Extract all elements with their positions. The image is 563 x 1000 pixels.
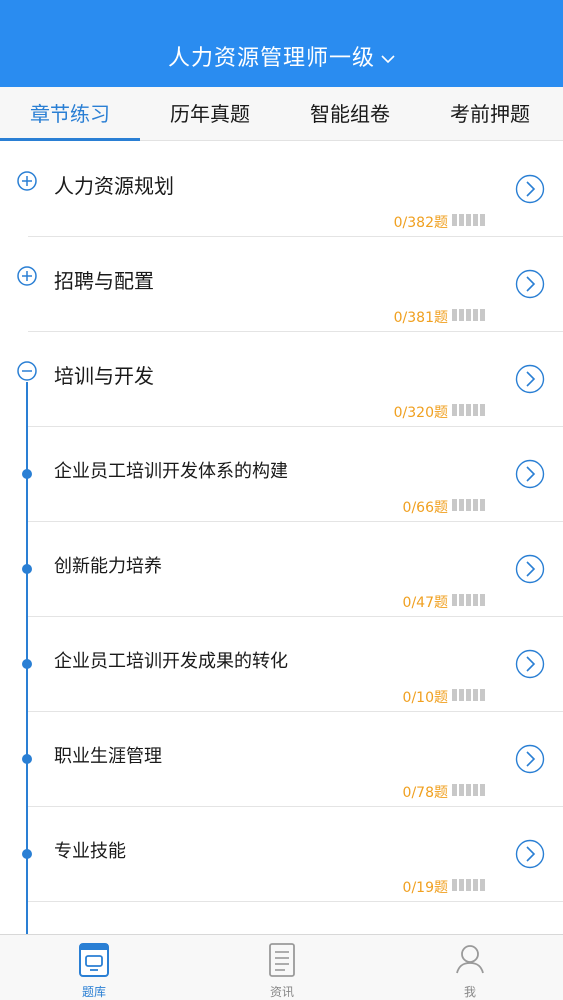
chapter-title: 人力资源规划 <box>54 174 174 198</box>
timeline-dot <box>22 849 32 859</box>
exam-selector[interactable]: 人力资源管理师一级 <box>0 40 563 72</box>
section-title: 企业员工培训开发成果的转化 <box>54 651 288 672</box>
progress-bars <box>452 784 488 796</box>
timeline-dot <box>22 469 32 479</box>
nav-label: 资讯 <box>269 985 294 999</box>
section-row[interactable]: 创新能力培养 0/47题 <box>0 522 563 617</box>
section-title: 职业生涯管理 <box>54 746 162 767</box>
section-title: 创新能力培养 <box>54 556 162 577</box>
section-row[interactable]: 企业员工培训开发体系的构建 0/66题 <box>0 427 563 522</box>
chevron-right-circle-icon[interactable] <box>515 269 545 299</box>
row-divider <box>28 901 563 902</box>
tab-bar: 章节练习 历年真题 智能组卷 考前押题 <box>0 87 563 141</box>
chapter-title: 招聘与配置 <box>54 269 154 293</box>
chevron-right-circle-icon[interactable] <box>515 459 545 489</box>
progress-bars <box>452 404 488 416</box>
chapter-row[interactable]: 招聘与配置 0/381题 <box>0 237 563 332</box>
chevron-right-circle-icon[interactable] <box>515 174 545 204</box>
tab-smart-paper[interactable]: 智能组卷 <box>280 87 420 141</box>
chevron-right-circle-icon[interactable] <box>515 554 545 584</box>
document-icon <box>269 943 295 977</box>
question-count: 0/10题 <box>402 690 448 706</box>
section-row[interactable]: 企业员工培训开发成果的转化 0/10题 <box>0 617 563 712</box>
question-count: 0/320题 <box>393 405 448 421</box>
tab-pre-exam[interactable]: 考前押题 <box>420 87 560 141</box>
progress-bars <box>452 689 488 701</box>
question-count: 0/382题 <box>393 215 448 231</box>
question-count: 0/381题 <box>393 310 448 326</box>
progress-bars <box>452 594 488 606</box>
chevron-right-circle-icon[interactable] <box>515 744 545 774</box>
chapter-row[interactable]: 人力资源规划 0/382题 <box>0 142 563 237</box>
exam-title: 人力资源管理师一级 <box>167 46 375 71</box>
nav-label: 题库 <box>81 985 106 999</box>
section-row[interactable]: 专业技能 0/19题 <box>0 807 563 902</box>
nav-me[interactable]: 我 <box>376 935 563 1000</box>
section-title: 企业员工培训开发体系的构建 <box>54 461 288 482</box>
progress-bars <box>452 499 488 511</box>
chevron-down-icon <box>381 55 395 64</box>
chapter-title: 培训与开发 <box>54 364 154 388</box>
timeline-dot <box>22 659 32 669</box>
tab-label: 历年真题 <box>170 102 250 126</box>
section-row[interactable]: 职业生涯管理 0/78题 <box>0 712 563 807</box>
question-bank-icon <box>79 943 109 977</box>
chevron-right-circle-icon[interactable] <box>515 649 545 679</box>
user-icon <box>456 945 484 974</box>
question-count: 0/66题 <box>402 500 448 516</box>
chevron-right-circle-icon[interactable] <box>515 839 545 869</box>
tab-past-exams[interactable]: 历年真题 <box>140 87 280 141</box>
active-tab-indicator <box>0 138 140 141</box>
tab-label: 章节练习 <box>30 102 110 126</box>
timeline-dot <box>22 754 32 764</box>
expand-plus-icon[interactable] <box>17 171 37 191</box>
bottom-nav: 题库 资讯 我 <box>0 934 563 1000</box>
tab-chapter-practice[interactable]: 章节练习 <box>0 87 140 141</box>
tab-label: 智能组卷 <box>310 102 390 126</box>
nav-news[interactable]: 资讯 <box>188 935 376 1000</box>
question-count: 0/78题 <box>402 785 448 801</box>
section-title: 专业技能 <box>54 841 126 862</box>
collapse-minus-icon[interactable] <box>17 361 37 381</box>
chapter-row[interactable]: 培训与开发 0/320题 <box>0 332 563 427</box>
progress-bars <box>452 214 488 226</box>
nav-question-bank[interactable]: 题库 <box>0 935 188 1000</box>
nav-label: 我 <box>463 985 476 999</box>
app-header: 人力资源管理师一级 <box>0 0 563 87</box>
tab-label: 考前押题 <box>450 102 530 126</box>
question-count: 0/19题 <box>402 880 448 896</box>
expand-plus-icon[interactable] <box>17 266 37 286</box>
question-count: 0/47题 <box>402 595 448 611</box>
timeline-dot <box>22 564 32 574</box>
progress-bars <box>452 879 488 891</box>
progress-bars <box>452 309 488 321</box>
chapter-list[interactable]: 人力资源规划 0/382题 招聘与配置 0/381题 培训与开发 0/320题 … <box>0 142 563 934</box>
chevron-right-circle-icon[interactable] <box>515 364 545 394</box>
